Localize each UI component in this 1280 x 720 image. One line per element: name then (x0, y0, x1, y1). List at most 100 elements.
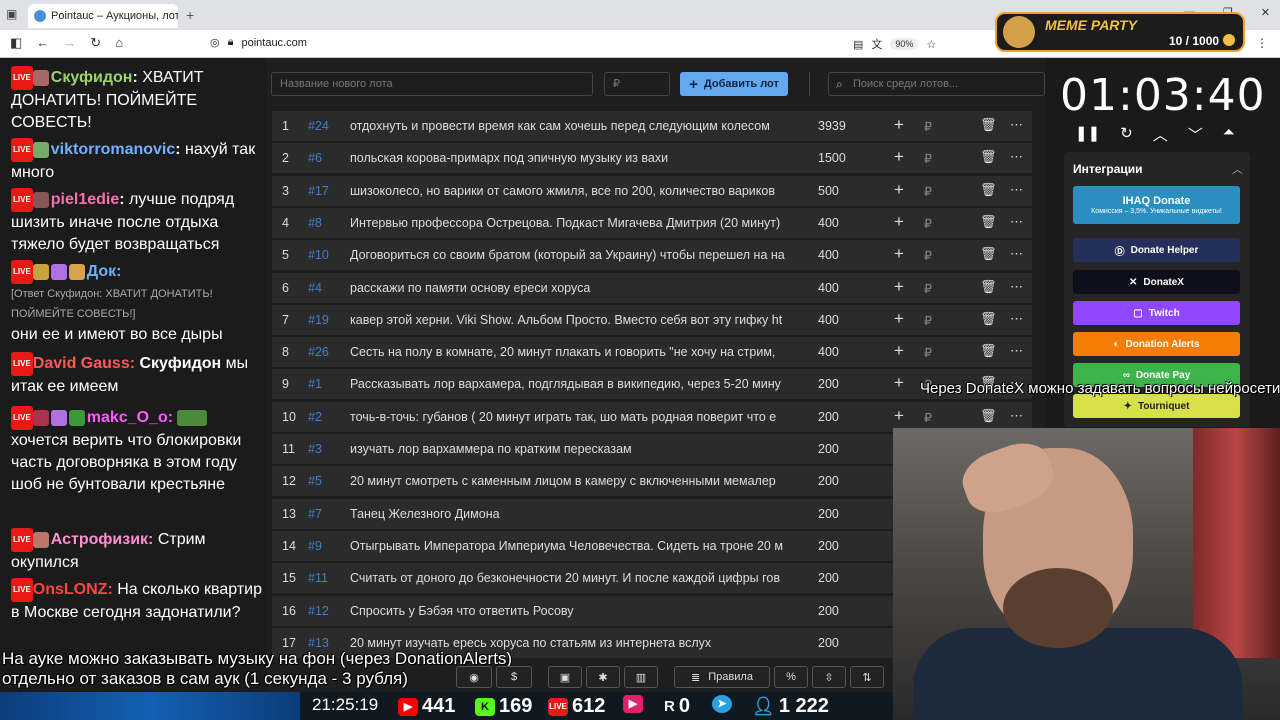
more-icon[interactable]: ⋯ (1010, 149, 1023, 165)
lot-title[interactable]: Сесть на полу в комнате, 20 минут плакат… (350, 345, 790, 359)
add-amount-icon[interactable]: + (894, 309, 904, 329)
lot-row[interactable]: 4 #8 Интервью профессора Острецова. Подкас… (272, 207, 1032, 238)
reader-icon[interactable]: ▤ (853, 38, 863, 51)
home-icon[interactable]: ⌂ (115, 35, 123, 51)
lot-row[interactable]: 1 #24 отдохнуть и провести время как сам х… (272, 111, 1032, 141)
add-amount-icon[interactable]: + (894, 244, 904, 264)
delete-icon[interactable]: 🗑︎ (980, 117, 997, 133)
clear-button[interactable]: ▥ (624, 666, 658, 688)
forward-icon[interactable]: → (63, 35, 76, 51)
more-icon[interactable]: ⋯ (1010, 246, 1023, 262)
new-tab-icon[interactable]: + (186, 7, 194, 23)
lot-title[interactable]: расскажи по памяти основу ереси хоруса (350, 281, 790, 295)
reset-icon[interactable]: ↻ (1120, 124, 1133, 145)
currency-icon[interactable]: ₽ (924, 313, 932, 328)
currency-icon[interactable]: ₽ (924, 248, 932, 263)
add-amount-icon[interactable]: + (894, 212, 904, 232)
lot-title[interactable]: 20 минут смотреть с каменным лицом в кам… (350, 474, 790, 488)
lot-title[interactable]: Интервью профессора Острецова. Подкаст М… (350, 216, 790, 230)
url-text[interactable]: pointauc.com (241, 37, 306, 49)
currency-icon[interactable]: ₽ (924, 151, 932, 166)
delete-icon[interactable]: 🗑︎ (980, 343, 997, 359)
lot-title[interactable]: Договориться со своим братом (который за… (350, 248, 790, 262)
more-icon[interactable]: ⋯ (1010, 214, 1023, 230)
add-amount-icon[interactable]: + (894, 406, 904, 426)
split-button[interactable]: ⇳ (812, 666, 846, 688)
zoom-level[interactable]: 90% (890, 38, 919, 50)
currency-icon[interactable]: ₽ (924, 281, 932, 296)
translate-icon[interactable]: 文 (871, 36, 882, 52)
donatex-button[interactable]: ✕ DonateX (1073, 270, 1240, 294)
delete-icon[interactable]: 🗑︎ (980, 214, 997, 230)
donation-alerts-button[interactable]: ◐ Donation Alerts (1073, 332, 1240, 356)
lot-title[interactable]: Танец Железного Димона (350, 507, 790, 521)
new-lot-name-input[interactable] (271, 72, 593, 96)
lot-title[interactable]: Отыгрывать Императора Империума Человече… (350, 539, 790, 553)
lot-row[interactable]: 6 #4 расскажи по памяти основу ереси хорус… (272, 272, 1032, 303)
lot-title[interactable]: кавер этой херни. Viki Show. Альбом Прос… (350, 313, 790, 327)
tab-actions[interactable]: ▣ (6, 7, 17, 21)
lot-title[interactable]: Спросить у Бэбэя что ответить Росову (350, 604, 790, 618)
lot-row[interactable]: 7 #19 кавер этой херни. Viki Show. Альбом … (272, 304, 1032, 335)
save-button[interactable]: ▣ (548, 666, 582, 688)
more-icon[interactable]: ⋯ (1010, 311, 1023, 327)
lot-row[interactable]: 3 #17 шизоколесо, но варики от самого жмил… (272, 175, 1032, 206)
lot-title[interactable]: польская корова-примарх под эпичную музы… (350, 151, 790, 165)
twitch-button[interactable]: ▢ Twitch (1073, 301, 1240, 325)
more-icon[interactable]: ⋯ (1010, 343, 1023, 359)
url-field[interactable]: ◎ 🔒︎ pointauc.com (210, 36, 307, 49)
search-lots-input[interactable] (828, 72, 1045, 96)
lot-title[interactable]: отдохнуть и провести время как сам хочеш… (350, 119, 790, 133)
more-icon[interactable]: ⋯ (1010, 279, 1023, 295)
reload-icon[interactable]: ↻ (90, 35, 101, 51)
delete-icon[interactable]: 🗑︎ (980, 246, 997, 262)
browser-tab[interactable]: Pointauc – Аукционы, лотереи ✕ (28, 4, 178, 28)
lot-title[interactable]: Рассказывать лор вархамера, подглядывая … (350, 377, 790, 391)
currency-icon[interactable]: ₽ (924, 216, 932, 231)
menu-icon[interactable]: ⋮ (1256, 36, 1268, 50)
lot-title[interactable]: точь-в-точь: губанов ( 20 минут играть т… (350, 410, 790, 424)
add-amount-icon[interactable]: + (894, 147, 904, 167)
percent-button[interactable]: % (774, 666, 808, 688)
chevron-down-icon[interactable]: ﹀ (1188, 124, 1203, 145)
delete-icon[interactable]: 🗑︎ (980, 182, 997, 198)
workspace-icon[interactable]: ▣ (6, 7, 17, 21)
add-lot-button[interactable]: + Добавить лот (680, 72, 788, 96)
chevron-up-icon[interactable]: ︿ (1153, 124, 1168, 145)
bookmark-star-icon[interactable]: ☆ (926, 38, 936, 51)
lot-row[interactable]: 5 #10 Договориться со своим братом (которы… (272, 240, 1032, 271)
github-button[interactable]: ◉ (456, 666, 492, 688)
site-info-icon[interactable]: ◎ (210, 36, 220, 49)
ihaq-donate-button[interactable]: IHAQ Donate Комиссия – 3,5%. Уникальные … (1073, 186, 1240, 224)
rules-button[interactable]: ≣ Правила (674, 666, 770, 688)
more-icon[interactable]: ⋯ (1010, 408, 1023, 424)
bug-button[interactable]: ✱ (586, 666, 620, 688)
lot-row[interactable]: 8 #26 Сесть на полу в комнате, 20 минут пл… (272, 337, 1032, 368)
more-icon[interactable]: ⋯ (1010, 182, 1023, 198)
currency-icon[interactable]: ₽ (924, 410, 932, 425)
delete-icon[interactable]: 🗑︎ (980, 149, 997, 165)
lot-title[interactable]: изучать лор вархаммера по кратким переск… (350, 442, 790, 456)
currency-icon[interactable]: ₽ (924, 184, 932, 199)
delete-icon[interactable]: 🗑︎ (980, 279, 997, 295)
currency-icon[interactable]: ₽ (924, 119, 932, 134)
donate-button[interactable]: $ (496, 666, 532, 688)
more-icon[interactable]: ⋯ (1010, 117, 1023, 133)
delete-icon[interactable]: 🗑︎ (980, 311, 997, 327)
add-amount-icon[interactable]: + (894, 277, 904, 297)
chevron-up-icon[interactable]: ︿ (1232, 161, 1243, 177)
lot-title[interactable]: шизоколесо, но варики от самого жмиля, в… (350, 184, 790, 198)
close-window-icon[interactable]: ✕ (1261, 6, 1270, 19)
lot-title[interactable]: Считать от доного до безконечности 20 ми… (350, 571, 790, 585)
double-chevron-up-icon[interactable]: ⏶ (1223, 124, 1235, 145)
lot-row[interactable]: 2 #6 польская корова-примарх под эпичную м… (272, 143, 1032, 174)
currency-icon[interactable]: ₽ (924, 345, 932, 360)
back-icon[interactable]: ← (36, 35, 49, 51)
sort-button[interactable]: ⇅ (850, 666, 884, 688)
add-amount-icon[interactable]: + (894, 341, 904, 361)
new-lot-amount-input[interactable] (604, 72, 670, 96)
add-amount-icon[interactable]: + (894, 373, 904, 393)
donate-helper-button[interactable]: Ⓓ Donate Helper (1073, 238, 1240, 262)
add-amount-icon[interactable]: + (894, 180, 904, 200)
delete-icon[interactable]: 🗑︎ (980, 408, 997, 424)
